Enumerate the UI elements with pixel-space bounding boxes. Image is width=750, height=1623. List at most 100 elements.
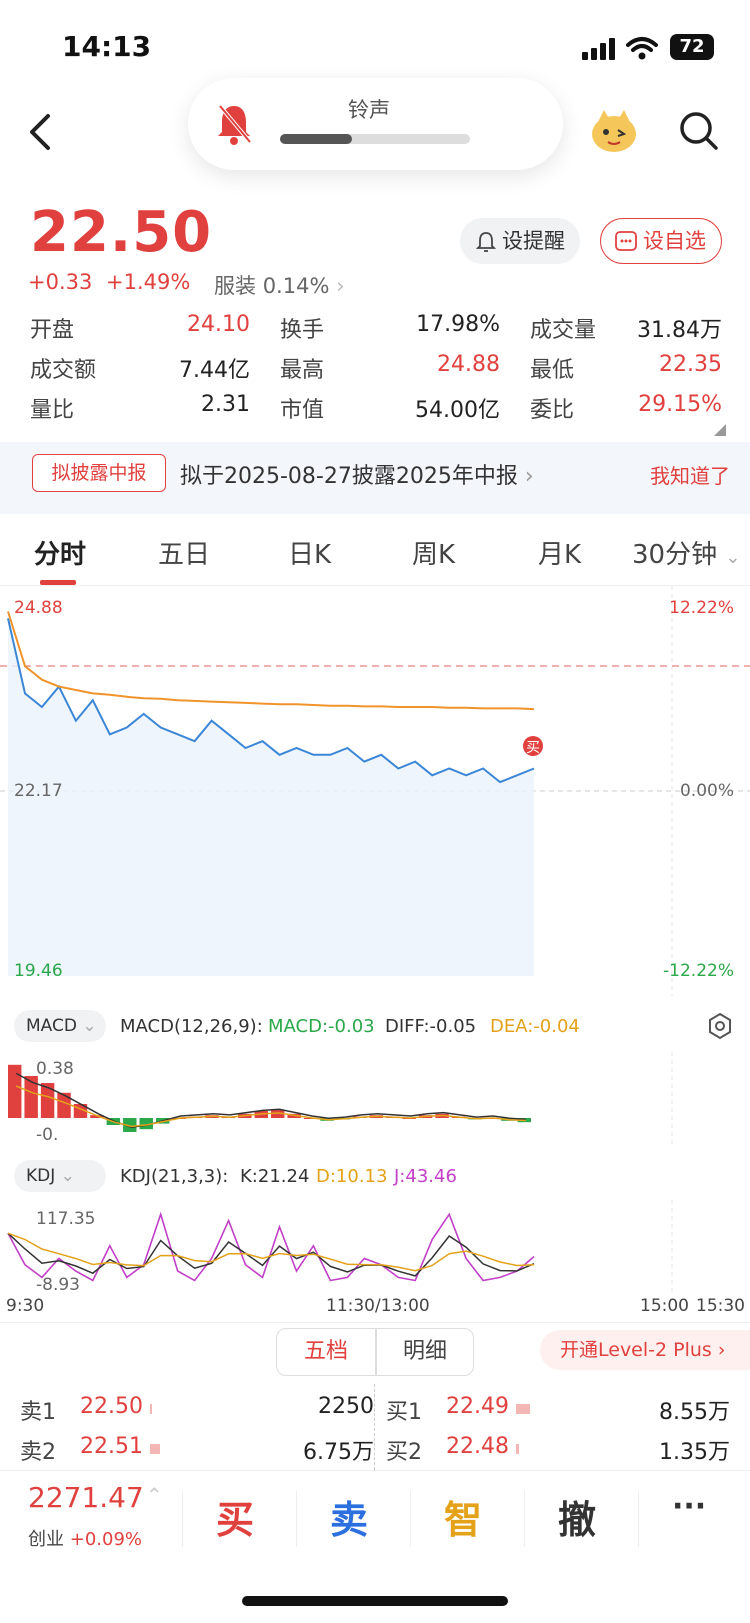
back-icon[interactable] xyxy=(26,112,56,152)
ratio-value: 2.31 xyxy=(201,392,250,417)
ask-volume: 6.75万 xyxy=(303,1440,374,1465)
intraday-chart[interactable]: 24.88 22.17 19.46 12.22% 0.00% -12.22% 买 xyxy=(0,586,750,996)
disclosure-notice[interactable]: 拟披露中报 拟于2025-08-27披露2025年中报 › 我知道了 xyxy=(0,442,750,514)
bell-icon xyxy=(476,232,496,252)
home-indicator xyxy=(242,1596,508,1606)
chevron-right-icon: › xyxy=(336,274,345,298)
add-watchlist-label: 设自选 xyxy=(643,229,706,253)
tab-30min[interactable]: 30分钟 ⌄ xyxy=(632,534,740,571)
notice-text: 拟于2025-08-27披露2025年中报 › xyxy=(180,458,534,490)
macd-value: MACD:-0.03 xyxy=(268,1016,375,1037)
chevron-down-icon: ⌄ xyxy=(82,1016,97,1036)
tab-weekly-k[interactable]: 周K xyxy=(412,534,455,571)
pct-tick-high: 12.22% xyxy=(669,598,734,618)
search-icon[interactable] xyxy=(678,110,720,152)
chart-period-tabs: 分时 五日 日K 周K 月K 30分钟 ⌄ xyxy=(0,520,750,586)
buy-button[interactable]: 买 xyxy=(216,1489,254,1544)
dea-line xyxy=(15,1085,526,1128)
stats-row-1: 开盘 24.10 换手 17.98% 成交量 31.84万 xyxy=(30,312,722,352)
detail-tab[interactable]: 明细 xyxy=(376,1329,474,1375)
notice-dismiss-button[interactable]: 我知道了 xyxy=(650,460,730,489)
battery-indicator: 72 xyxy=(670,34,714,60)
smart-button[interactable]: 智 xyxy=(444,1489,482,1544)
settings-icon[interactable] xyxy=(706,1012,734,1040)
mascot-icon[interactable] xyxy=(590,106,638,154)
x-tick-open: 9:30 xyxy=(6,1296,45,1316)
index-pct: +0.09% xyxy=(69,1529,142,1550)
cancel-order-button[interactable]: 撤 xyxy=(558,1489,596,1544)
y-tick-mid: 22.17 xyxy=(14,781,63,801)
set-alert-label: 设提醒 xyxy=(502,229,565,253)
ringer-volume-fill xyxy=(280,134,353,144)
amount-label: 成交额 xyxy=(30,358,97,383)
ask-volume-bar xyxy=(150,1404,152,1414)
low-label: 最低 xyxy=(530,358,575,383)
commit-label: 委比 xyxy=(530,398,575,423)
bid-price: 22.48 xyxy=(446,1434,509,1459)
dea-value: DEA:-0.04 xyxy=(490,1016,580,1037)
more-button[interactable]: ··· xyxy=(672,1489,706,1524)
diff-line xyxy=(15,1072,526,1128)
buy-marker-label: 买 xyxy=(526,740,540,756)
tab-intraday[interactable]: 分时 xyxy=(34,534,86,571)
macd-bar xyxy=(8,1064,22,1118)
expand-corner-icon[interactable] xyxy=(714,424,726,436)
sell-button[interactable]: 卖 xyxy=(330,1489,368,1544)
tab-five-day[interactable]: 五日 xyxy=(158,534,210,571)
divider xyxy=(410,1491,411,1547)
kdj-header: KDJ ⌄ KDJ(21,3,3): K:21.24 D:10.13 J:43.… xyxy=(0,1150,750,1200)
macd-bar xyxy=(57,1092,71,1118)
ask-price: 22.50 xyxy=(80,1394,143,1419)
sector-name: 服装 xyxy=(214,274,256,298)
kdj-params: KDJ(21,3,3): xyxy=(120,1166,229,1187)
commit-value: 29.15% xyxy=(638,392,722,417)
diff-value: DIFF:-0.05 xyxy=(385,1016,477,1037)
bid-row-1: 买1 22.49 8.55万 xyxy=(386,1394,730,1432)
stats-row-2: 成交额 7.44亿 最高 24.88 最低 22.35 xyxy=(30,352,722,392)
kdj-selector[interactable]: KDJ ⌄ xyxy=(14,1160,106,1192)
macd-params: MACD(12,26,9): xyxy=(120,1016,263,1037)
bid-volume: 1.35万 xyxy=(659,1440,730,1465)
chevron-down-icon: ⌄ xyxy=(60,1166,75,1186)
x-tick-after: 15:30 xyxy=(696,1296,745,1316)
tab-monthly-k[interactable]: 月K xyxy=(538,534,581,571)
x-tick-midday: 11:30/13:00 xyxy=(326,1296,430,1316)
five-level-tab[interactable]: 五档 xyxy=(277,1329,375,1375)
level2-upgrade-button[interactable]: 开通Level-2 Plus › xyxy=(540,1330,750,1370)
chevron-up-icon[interactable]: ⌃ xyxy=(146,1483,163,1507)
kdj-chart[interactable]: 117.35 -8.93 xyxy=(0,1200,750,1296)
low-value: 22.35 xyxy=(659,352,722,377)
divider xyxy=(296,1491,297,1547)
bell-muted-icon xyxy=(218,104,252,145)
tab-daily-k[interactable]: 日K xyxy=(288,534,331,571)
price-change: +0.33 xyxy=(28,270,93,294)
sector-pct: 0.14% xyxy=(262,274,330,298)
status-time: 14:13 xyxy=(62,30,152,63)
macd-chart[interactable]: 0.38 -0. xyxy=(0,1052,750,1148)
price-change-pct: +1.49% xyxy=(106,270,191,294)
sector-link[interactable]: 服装 0.14% › xyxy=(214,270,345,300)
bid-label: 买2 xyxy=(386,1440,422,1465)
ask-volume: 2250 xyxy=(318,1394,374,1419)
signal-icon xyxy=(582,38,615,60)
index-value[interactable]: 2271.47 xyxy=(28,1481,144,1514)
ask-row-1: 卖1 22.50 2250 xyxy=(20,1394,380,1432)
ringer-popup: 铃声 xyxy=(188,78,563,170)
turnover-label: 换手 xyxy=(280,318,325,343)
ask-label: 卖1 xyxy=(20,1400,56,1425)
wifi-icon xyxy=(626,37,658,60)
ringer-volume-slider[interactable] xyxy=(280,134,470,144)
ask-row-2: 卖2 22.51 6.75万 xyxy=(20,1434,380,1472)
volume-label: 成交量 xyxy=(530,318,597,343)
set-alert-button[interactable]: 设提醒 xyxy=(460,218,580,264)
add-watchlist-button[interactable]: 设自选 xyxy=(600,218,722,264)
x-tick-close: 15:00 xyxy=(640,1296,689,1316)
level2-label: 开通Level-2 Plus xyxy=(560,1339,712,1361)
ratio-label: 量比 xyxy=(30,398,75,423)
macd-selector[interactable]: MACD ⌄ xyxy=(14,1010,106,1042)
kdj-j-value: J:43.46 xyxy=(394,1166,457,1187)
y-tick-high: 24.88 xyxy=(14,598,63,618)
high-label: 最高 xyxy=(280,358,325,383)
divider xyxy=(0,1322,750,1323)
macd-selector-label: MACD xyxy=(26,1016,77,1036)
